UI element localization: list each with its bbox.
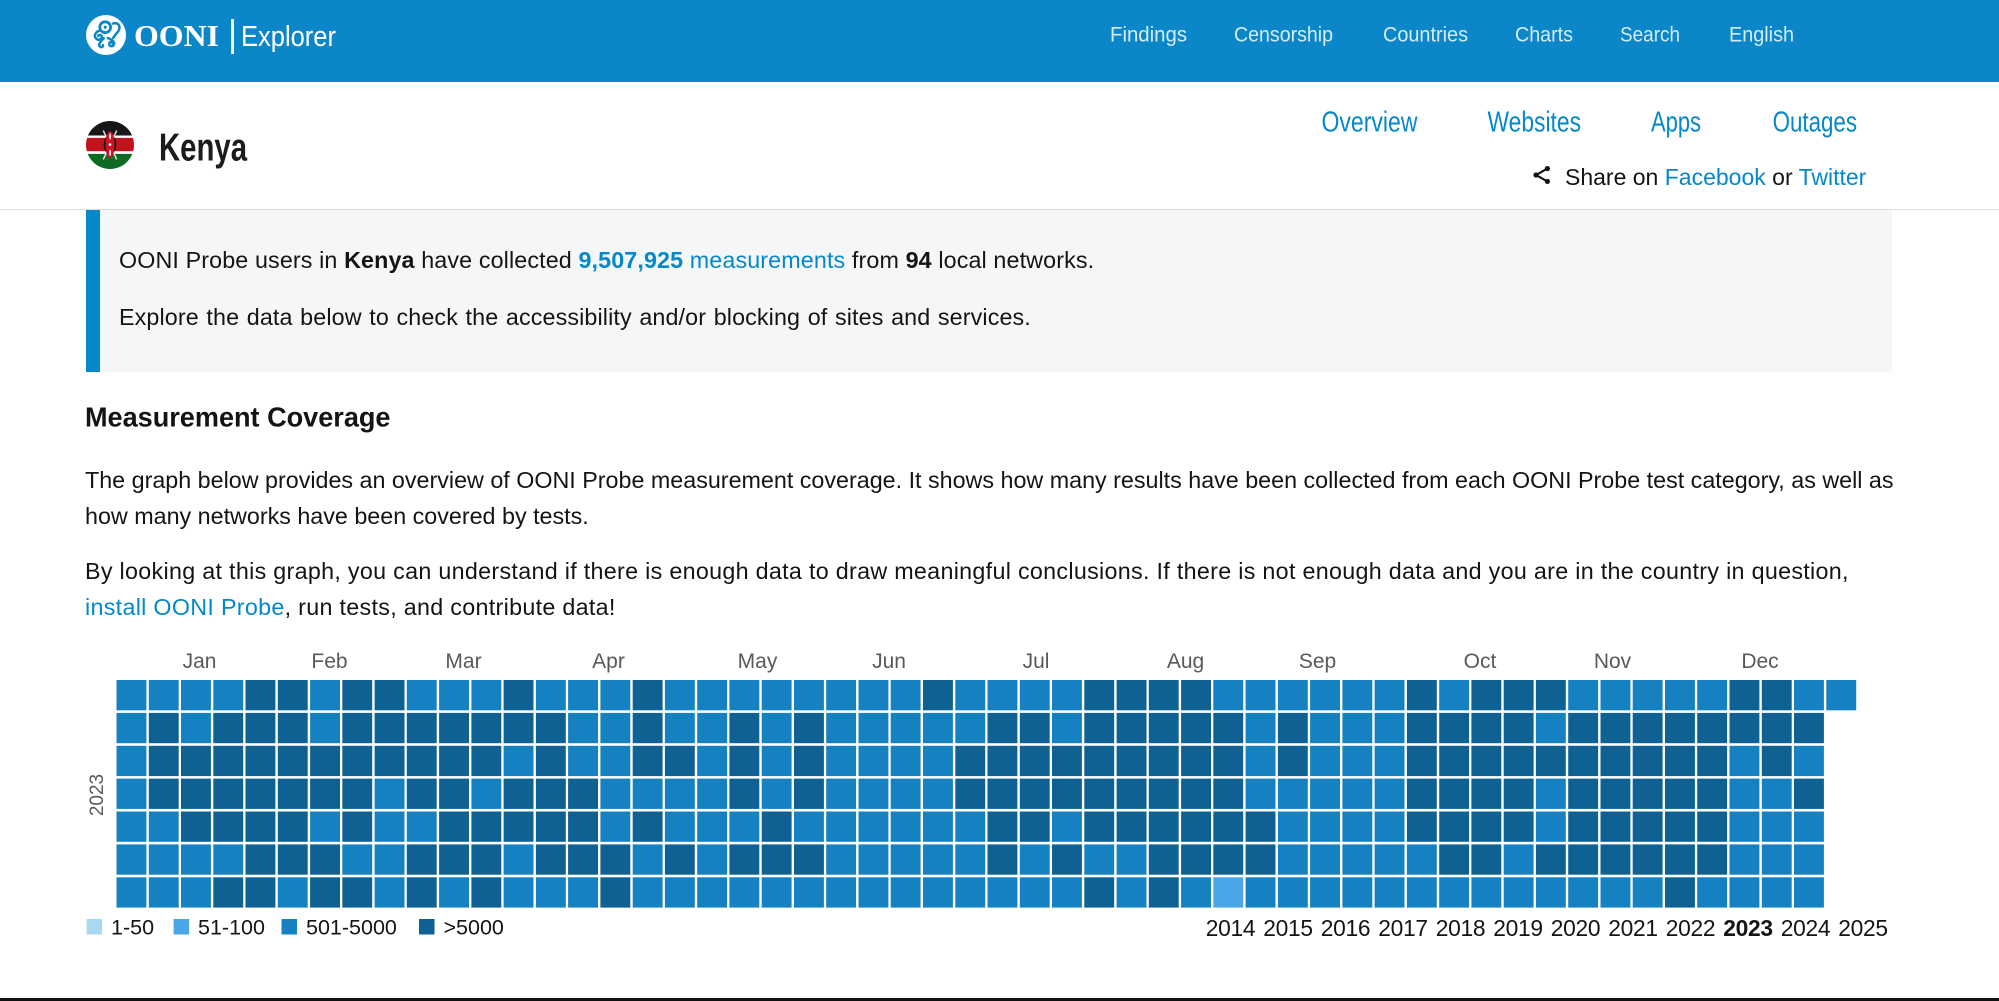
svg-text:Censorship: Censorship: [1234, 23, 1333, 47]
svg-text:Countries: Countries: [1383, 23, 1468, 47]
svg-text:Measurement Coverage: Measurement Coverage: [85, 402, 391, 433]
svg-text:OONI: OONI: [134, 18, 219, 53]
svg-text:Findings: Findings: [1110, 23, 1187, 47]
svg-text:Search: Search: [1620, 23, 1680, 47]
svg-text:Apps: Apps: [1651, 107, 1701, 139]
svg-text:Websites: Websites: [1488, 107, 1582, 139]
svg-text:Kenya: Kenya: [159, 127, 247, 170]
svg-text:Overview: Overview: [1322, 107, 1418, 139]
svg-text:Outages: Outages: [1773, 107, 1857, 139]
svg-text:Charts: Charts: [1515, 23, 1573, 47]
svg-text:Explorer: Explorer: [241, 21, 336, 53]
svg-text:English: English: [1729, 23, 1794, 47]
